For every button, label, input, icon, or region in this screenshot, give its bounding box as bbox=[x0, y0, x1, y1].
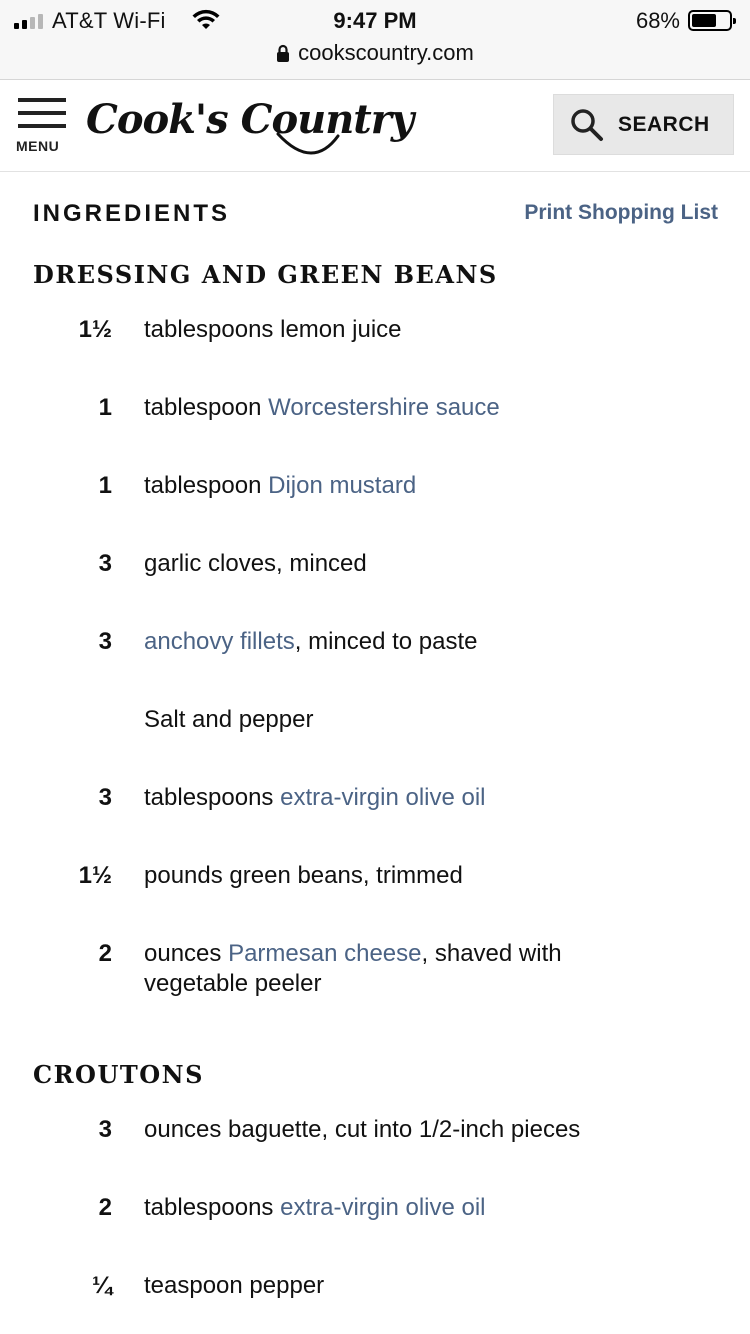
ingredient-text: Salt and pepper bbox=[144, 706, 314, 733]
ingredient-description: ounces Parmesan cheese, shaved with vege… bbox=[144, 939, 664, 999]
ingredient-quantity: 3 bbox=[98, 784, 112, 811]
search-label: SEARCH bbox=[618, 112, 710, 136]
ingredient-description: tablespoons extra-virgin olive oil bbox=[144, 1193, 664, 1223]
ingredient-description: Salt and pepper bbox=[144, 705, 664, 735]
section-heading: CROUTONS bbox=[33, 1060, 204, 1089]
ingredient-text: lemon juice bbox=[280, 316, 402, 343]
ingredient-unit: tablespoons bbox=[144, 1194, 281, 1221]
ingredient-quantity: 1½ bbox=[78, 316, 112, 343]
ingredient-unit: tablespoons bbox=[144, 784, 281, 811]
browser-chrome: AT&T Wi-Fi 9:47 PM 68% cookscountry.com bbox=[0, 0, 750, 80]
search-icon bbox=[571, 108, 603, 141]
ingredient-description: tablespoon Dijon mustard bbox=[144, 471, 664, 501]
battery-fill bbox=[692, 14, 717, 27]
section-heading: DRESSING AND GREEN BEANS bbox=[33, 260, 498, 289]
ingredient-glossary-link[interactable]: Worcestershire sauce bbox=[268, 394, 500, 421]
ingredient-quantity: ¼ bbox=[91, 1272, 112, 1299]
ingredient-unit: tablespoons bbox=[144, 316, 281, 343]
ingredient-description: tablespoons lemon juice bbox=[144, 315, 664, 345]
ingredient-quantity: 2 bbox=[98, 1194, 112, 1221]
ingredient-glossary-link[interactable]: extra-virgin olive oil bbox=[280, 784, 485, 811]
ingredient-description: garlic cloves, minced bbox=[144, 549, 664, 579]
address-bar[interactable]: cookscountry.com bbox=[0, 40, 750, 70]
ingredient-glossary-link[interactable]: anchovy fillets bbox=[144, 628, 295, 655]
ingredient-text: pounds green beans, trimmed bbox=[144, 862, 463, 889]
ingredient-text: garlic cloves, minced bbox=[144, 550, 367, 577]
ingredient-description: tablespoons extra-virgin olive oil bbox=[144, 783, 664, 813]
search-button[interactable]: SEARCH bbox=[553, 94, 734, 155]
ingredient-glossary-link[interactable]: extra-virgin olive oil bbox=[280, 1194, 485, 1221]
ingredient-quantity: 2 bbox=[98, 940, 112, 967]
print-shopping-list-link[interactable]: Print Shopping List bbox=[524, 201, 718, 225]
ingredient-unit: tablespoon bbox=[144, 394, 269, 421]
ingredient-text: teaspoon pepper bbox=[144, 1272, 325, 1299]
ingredient-text: ounces baguette, cut into 1/2-inch piece… bbox=[144, 1116, 581, 1143]
site-logo[interactable]: Cook's Country bbox=[86, 96, 414, 143]
battery-icon bbox=[688, 10, 736, 31]
lock-icon bbox=[277, 44, 290, 62]
ingredient-description: pounds green beans, trimmed bbox=[144, 861, 664, 891]
menu-button[interactable]: MENU bbox=[16, 96, 72, 156]
ingredient-glossary-link[interactable]: Parmesan cheese bbox=[228, 940, 421, 967]
ingredient-quantity: 1 bbox=[98, 472, 112, 499]
url-text: cookscountry.com bbox=[298, 40, 474, 65]
ingredient-text: , minced to paste bbox=[294, 628, 478, 655]
ingredient-quantity: 1 bbox=[98, 394, 112, 421]
ingredient-quantity: 3 bbox=[98, 1116, 112, 1143]
ingredient-description: anchovy fillets, minced to paste bbox=[144, 627, 664, 657]
site-header: MENU Cook's Country SEARCH bbox=[0, 80, 750, 172]
ingredients-heading: INGREDIENTS bbox=[33, 200, 231, 227]
logo-swash-icon bbox=[276, 132, 340, 155]
ingredient-description: teaspoon pepper bbox=[144, 1271, 664, 1301]
ingredient-description: tablespoon Worcestershire sauce bbox=[144, 393, 664, 423]
status-bar: AT&T Wi-Fi 9:47 PM 68% bbox=[0, 0, 750, 40]
ingredient-unit: tablespoon bbox=[144, 472, 269, 499]
ingredient-unit: ounces bbox=[144, 940, 229, 967]
ingredient-description: ounces baguette, cut into 1/2-inch piece… bbox=[144, 1115, 664, 1145]
ingredient-quantity: 1½ bbox=[78, 862, 112, 889]
ingredient-quantity: 3 bbox=[98, 628, 112, 655]
ingredient-glossary-link[interactable]: Dijon mustard bbox=[268, 472, 416, 499]
ingredient-quantity: 3 bbox=[98, 550, 112, 577]
menu-label: MENU bbox=[16, 138, 60, 154]
battery-percentage: 68% bbox=[635, 8, 680, 33]
